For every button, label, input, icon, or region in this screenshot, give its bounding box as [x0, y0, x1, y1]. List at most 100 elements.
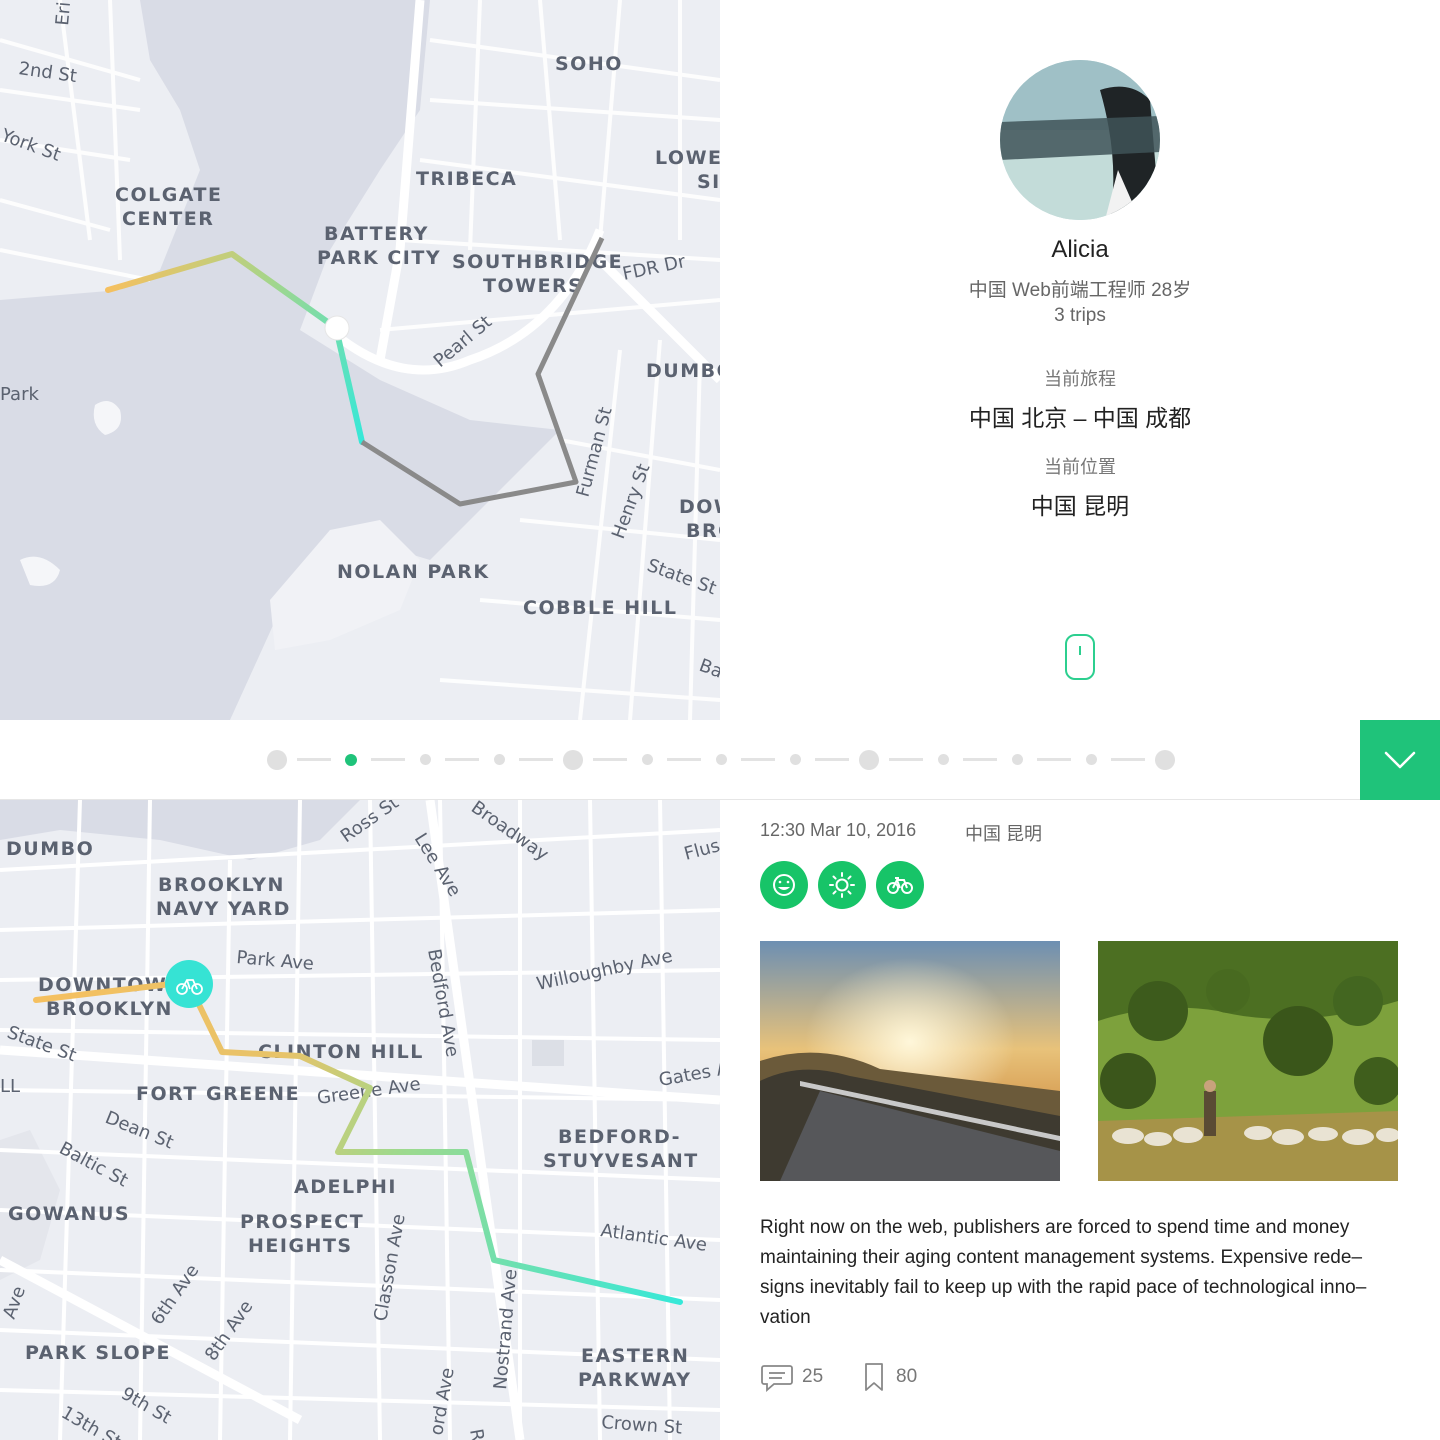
- sunset-road-photo: [760, 941, 1060, 1181]
- map-label-soho: SOHO: [555, 53, 623, 75]
- street-label: Willoughby Ave: [535, 946, 675, 995]
- street-label: Atlantic Ave: [599, 1220, 708, 1256]
- street-label: Crown St: [601, 1412, 683, 1439]
- street-label: LL: [0, 1076, 20, 1097]
- timeline-connector: [815, 758, 849, 761]
- timeline-stop[interactable]: [267, 750, 287, 770]
- post-body-line: maintaining their aging content manageme…: [760, 1247, 1363, 1268]
- map-label-park-slope: PARK SLOPE: [25, 1342, 171, 1364]
- map-label-clinton-hill: CLINTON HILL: [258, 1041, 424, 1063]
- bottom-map[interactable]: DUMBO BROOKLYN NAVY YARD DOWNTOWN BROOKL…: [0, 800, 720, 1440]
- map-label-si: SI: [697, 171, 720, 193]
- bookmark-icon: [865, 1363, 883, 1391]
- street-label: 8th Ave: [201, 1297, 258, 1365]
- map-label-southbridge: SOUTHBRIDGE: [452, 251, 623, 273]
- trip-timeline: [0, 720, 1440, 800]
- current-position-marker[interactable]: [324, 315, 350, 341]
- post-timestamp: 12:30 Mar 10, 2016: [760, 820, 917, 840]
- map-label-bro: BRO: [686, 520, 720, 542]
- timeline-stop[interactable]: [1011, 754, 1023, 765]
- map-label-brooklyn: BROOKLYN: [158, 874, 285, 896]
- timeline-connector: [445, 758, 479, 761]
- street-label: Rog: [465, 1427, 492, 1440]
- chevron-down-icon: [1384, 751, 1416, 769]
- timeline-stop[interactable]: [715, 754, 727, 765]
- map-label-dumbo: DUMBO: [6, 838, 94, 860]
- map-label-gowanus: GOWANUS: [8, 1203, 130, 1225]
- profile-bio: 中国 Web前端工程师 28岁: [968, 280, 1192, 301]
- trip-count: 3 trips: [1054, 305, 1106, 326]
- map-label-nolan-park: NOLAN PARK: [337, 561, 490, 583]
- map-label-bedford: BEDFORD-: [558, 1126, 681, 1148]
- current-trip-label: 当前旅程: [1044, 369, 1116, 389]
- bookmark-button[interactable]: 80: [862, 1360, 917, 1394]
- scroll-mouse-icon[interactable]: [1065, 634, 1095, 680]
- map-label-stuyvesant: STUYVESANT: [543, 1150, 699, 1172]
- timeline-connector: [963, 758, 997, 761]
- post-location: 中国 昆明: [965, 824, 1043, 844]
- timeline-stop[interactable]: [563, 750, 583, 770]
- map-label-adelphi: ADELPHI: [294, 1176, 397, 1198]
- map-label-heights: HEIGHTS: [248, 1235, 353, 1257]
- map-label-lower: LOWER: [655, 147, 720, 169]
- street-label: Eri: [52, 1, 75, 27]
- street-label: Ba: [696, 655, 720, 683]
- street-label: State St: [644, 555, 719, 599]
- comment-count: 25: [802, 1366, 824, 1387]
- street-label: Ave: [0, 1284, 30, 1322]
- timeline-stop[interactable]: [1085, 754, 1097, 765]
- timeline-stop[interactable]: [937, 754, 949, 765]
- map-label-brooklyn-2: BROOKLYN: [46, 998, 173, 1020]
- profile-panel: Alicia 中国 Web前端工程师 28岁 3 trips 当前旅程 中国 北…: [720, 0, 1440, 720]
- current-location-value: 中国 昆明: [1030, 493, 1130, 519]
- photo-shepherd[interactable]: [1098, 941, 1398, 1181]
- timeline-stop[interactable]: [493, 754, 505, 765]
- street-label: Flus: [682, 835, 720, 865]
- timeline-stop[interactable]: [419, 754, 431, 765]
- comment-button[interactable]: 25: [760, 1360, 823, 1394]
- top-map[interactable]: SOHO TRIBECA COLGATE CENTER BATTERY PARK…: [0, 0, 720, 720]
- timeline-connector: [1037, 758, 1071, 761]
- timeline-stop[interactable]: [1155, 750, 1175, 770]
- street-label: York St: [0, 125, 63, 166]
- timeline-stop[interactable]: [789, 754, 801, 765]
- post-body-line: signs inevitably fail to keep up with th…: [760, 1277, 1367, 1298]
- timeline-stop-active[interactable]: [345, 754, 357, 766]
- street-label: 6th Ave: [147, 1261, 204, 1329]
- timeline-stop[interactable]: [641, 754, 653, 765]
- shepherd-sheep-photo: [1098, 941, 1398, 1181]
- photo-sunset-road[interactable]: [760, 941, 1060, 1181]
- map-label-cobble-hill: COBBLE HILL: [523, 597, 677, 619]
- map-label-tribeca: TRIBECA: [416, 168, 517, 190]
- street-label: Gates A: [657, 1058, 720, 1091]
- street-label: Park Ave: [236, 947, 315, 975]
- comment-icon: [761, 1365, 793, 1392]
- map-label-navy-yard: NAVY YARD: [156, 898, 291, 920]
- timeline-stop[interactable]: [859, 750, 879, 770]
- collapse-button[interactable]: [1360, 720, 1440, 800]
- avatar[interactable]: [1000, 60, 1160, 220]
- profile-name: Alicia: [1051, 236, 1109, 263]
- street-label: 13th St: [58, 1402, 125, 1440]
- map-label-eastern: EASTERN: [581, 1345, 689, 1367]
- bicycle-marker[interactable]: [165, 960, 213, 1008]
- timeline-connector: [889, 758, 923, 761]
- timeline-connector: [297, 758, 331, 761]
- current-location-label: 当前位置: [1044, 457, 1116, 477]
- map-label-fort-greene: FORT GREENE: [136, 1083, 300, 1105]
- transport-tag[interactable]: [876, 861, 924, 909]
- map-label-parkway: PARKWAY: [578, 1369, 692, 1391]
- street-label: 9th St: [118, 1383, 175, 1428]
- street-label: Dean St: [102, 1107, 176, 1153]
- timeline-connector: [371, 758, 405, 761]
- weather-tag[interactable]: [818, 861, 866, 909]
- map-label-colgate: COLGATE: [115, 184, 222, 206]
- post-body-line: vation: [760, 1307, 811, 1328]
- mood-tag[interactable]: [760, 861, 808, 909]
- current-trip-value: 中国 北京 – 中国 成都: [968, 405, 1192, 431]
- post-body-line: Right now on the web, publishers are for…: [760, 1217, 1350, 1238]
- bicycle-icon: [887, 877, 913, 894]
- timeline-connector: [1111, 758, 1145, 761]
- map-label-towers: TOWERS: [483, 275, 583, 297]
- timeline-connector: [741, 758, 775, 761]
